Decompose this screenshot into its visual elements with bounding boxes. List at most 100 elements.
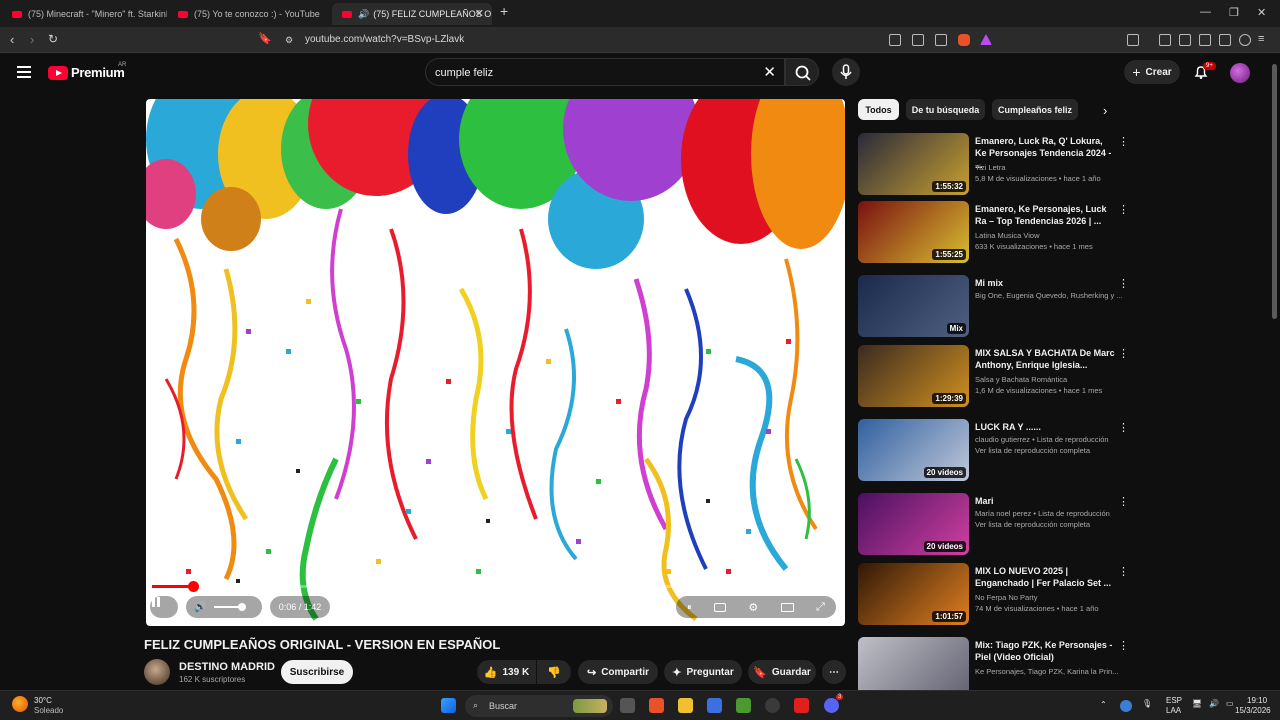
user-avatar[interactable] — [1230, 63, 1250, 83]
create-button[interactable]: + Crear — [1124, 60, 1180, 84]
recommendation-item[interactable]: 20 videos LUCK RA Y ...... claudio gutierr… — [858, 419, 1129, 483]
youtube-premium-logo[interactable]: Premium AR — [48, 62, 126, 80]
speaker-icon[interactable]: 🔊 — [1209, 699, 1219, 708]
channel-name[interactable]: DESTINO MADRID — [179, 661, 275, 673]
autoplay-toggle-icon[interactable]: ⏸ — [687, 602, 692, 613]
reload-icon[interactable]: ↻ — [48, 32, 58, 46]
more-actions-button[interactable]: ⋯ — [822, 660, 846, 684]
site-info-icon[interactable]: ⚙ — [285, 35, 293, 46]
minimize-icon[interactable]: — — [1200, 6, 1211, 18]
miniplayer-icon[interactable] — [780, 602, 794, 612]
search-input[interactable]: cumple feliz ✕ — [425, 58, 785, 86]
clock-time[interactable]: 19:10 — [1247, 696, 1267, 705]
forward-icon[interactable]: › — [30, 32, 34, 47]
windows-start-icon[interactable] — [441, 698, 456, 713]
language-code[interactable]: ESP — [1166, 696, 1182, 705]
side-panel-icon[interactable] — [1179, 34, 1191, 46]
recommendation-item[interactable]: 1:01:57 MIX LO NUEVO 2025 | Enganchado | … — [858, 563, 1129, 627]
show-hidden-icons-icon[interactable]: ⌃ — [1100, 700, 1107, 709]
battery-icon[interactable]: ▭ — [1226, 699, 1234, 708]
bookmark-icon[interactable]: 🔖 — [258, 32, 272, 45]
subtitles-icon[interactable] — [714, 602, 727, 612]
chip-cumpleanos-feliz[interactable]: Cumpleaños feliz — [992, 99, 1078, 120]
keyboard-layout[interactable]: LAA — [1166, 706, 1181, 715]
translate-icon[interactable] — [889, 34, 901, 46]
brave-shield-icon[interactable] — [958, 34, 970, 46]
recommendation-thumbnail[interactable]: 20 videos — [858, 493, 969, 555]
microphone-tray-icon[interactable]: 🎙 — [1142, 699, 1152, 708]
pause-button[interactable] — [150, 596, 178, 618]
more-vertical-icon[interactable]: ⋮ — [1118, 277, 1129, 290]
volume-knob[interactable] — [238, 603, 246, 611]
recommendation-thumbnail[interactable]: Mix — [858, 275, 969, 337]
network-icon[interactable]: 🖥 — [1192, 699, 1202, 708]
page-scrollbar[interactable] — [1271, 54, 1278, 694]
new-tab-icon[interactable]: + — [500, 3, 508, 19]
recommendation-title[interactable]: Mi mix — [975, 277, 1115, 289]
brave-browser-icon[interactable] — [649, 698, 664, 713]
more-vertical-icon[interactable]: ⋮ — [1118, 347, 1129, 360]
recommendation-item[interactable]: 1:55:32 Emanero, Luck Ra, Q' Lokura, Ke P… — [858, 133, 1129, 197]
share-button[interactable]: ↪ Compartir — [578, 660, 658, 684]
recommendation-thumbnail[interactable]: 1:29:39 — [858, 345, 969, 407]
recommendation-title[interactable]: MIX LO NUEVO 2025 | Enganchado | Fer Pal… — [975, 565, 1115, 589]
wallet-icon[interactable] — [1199, 34, 1211, 46]
menu-icon[interactable]: ≡ — [1258, 33, 1264, 45]
voice-search-button[interactable] — [832, 58, 860, 86]
recommendation-title[interactable]: LUCK RA Y ...... — [975, 421, 1115, 433]
fullscreen-icon[interactable]: ⤢ — [816, 601, 825, 614]
search-button[interactable] — [785, 58, 819, 86]
chip-from-search[interactable]: De tu búsqueda — [906, 99, 985, 120]
browser-tab-minecraft[interactable]: (75) Minecraft - "Minero" ft. StarkinD — [2, 3, 167, 25]
weather-sun-icon[interactable] — [12, 696, 28, 712]
back-icon[interactable]: ‹ — [10, 32, 14, 47]
vpn-icon[interactable] — [1239, 34, 1251, 46]
settings-gear-icon[interactable]: ⚙ — [748, 601, 758, 614]
recommendation-title[interactable]: Mix: Tiago PZK, Ke Personajes - Piel (Vi… — [975, 639, 1115, 663]
browser-tab-yo-te-conozco[interactable]: (75) Yo te conozco :) - YouTube — [168, 3, 330, 25]
hamburger-menu-icon[interactable] — [17, 66, 31, 78]
task-view-icon[interactable] — [620, 698, 635, 713]
chrome-icon[interactable] — [765, 698, 780, 713]
microsoft-store-icon[interactable] — [707, 698, 722, 713]
recommendation-thumbnail[interactable]: 1:55:25 — [858, 201, 969, 263]
recommendation-thumbnail[interactable]: 1:55:32 — [858, 133, 969, 195]
recommendation-title[interactable]: MIX SALSA Y BACHATA De Marc Anthony, Enr… — [975, 347, 1115, 371]
discord-icon[interactable] — [824, 698, 839, 713]
recommendation-title[interactable]: Mari — [975, 495, 1115, 507]
clock-date[interactable]: 15/3/2026 — [1235, 706, 1271, 715]
brave-rewards-icon[interactable] — [980, 34, 992, 45]
dislike-button[interactable]: 👎 — [537, 660, 571, 684]
onedrive-icon[interactable] — [1120, 700, 1132, 712]
save-button[interactable]: 🔖 Guardar — [748, 660, 816, 684]
more-vertical-icon[interactable]: ⋮ — [1118, 203, 1129, 216]
restore-icon[interactable]: ❐ — [1229, 6, 1239, 19]
leo-ai-icon[interactable] — [1219, 34, 1231, 46]
recommendation-item[interactable]: 20 videos Mari María noel perez • Lista de… — [858, 493, 1129, 557]
taskbar-search[interactable]: ⌕ Buscar — [465, 695, 613, 717]
youtube-app-icon[interactable] — [794, 698, 809, 713]
volume-control[interactable]: 🔊 — [186, 596, 262, 618]
more-vertical-icon[interactable]: ⋮ — [1118, 495, 1129, 508]
subscribe-button[interactable]: Suscribirse — [281, 660, 353, 684]
more-vertical-icon[interactable]: ⋮ — [1118, 639, 1129, 652]
browser-tab-feliz-cumpleanos[interactable]: 🔊 (75) FELIZ CUMPLEAÑOS ORI ✕ — [332, 3, 492, 25]
media-icon[interactable] — [1159, 34, 1171, 46]
scrollbar-thumb[interactable] — [1272, 64, 1277, 319]
progress-bar[interactable] — [152, 581, 839, 592]
url-field[interactable]: youtube.com/watch?v=BSvp-LZlavk — [305, 34, 464, 45]
more-vertical-icon[interactable]: ⋮ — [1118, 565, 1129, 578]
ask-button[interactable]: ✦ Preguntar — [664, 660, 742, 684]
recommendation-title[interactable]: Emanero, Ke Personajes, Luck Ra – Top Te… — [975, 203, 1115, 227]
cast-icon[interactable] — [912, 34, 924, 46]
channel-avatar[interactable] — [144, 659, 170, 685]
share-icon[interactable] — [935, 34, 947, 46]
more-vertical-icon[interactable]: ⋮ — [1118, 421, 1129, 434]
recommendation-thumbnail[interactable]: 1:01:57 — [858, 563, 969, 625]
chip-all[interactable]: Todos — [858, 99, 899, 120]
like-button[interactable]: 👍 139 K — [477, 660, 536, 684]
recommendation-item[interactable]: Mix Mi mix Big One, Eugenia Quevedo, Rushe… — [858, 275, 1129, 339]
sidebar-toggle-icon[interactable] — [1127, 34, 1139, 46]
close-tab-icon[interactable]: ✕ — [475, 7, 484, 20]
video-player[interactable]: 🔊 0:06 / 1:42 ⏸ ⚙ ⤢ — [146, 99, 845, 626]
